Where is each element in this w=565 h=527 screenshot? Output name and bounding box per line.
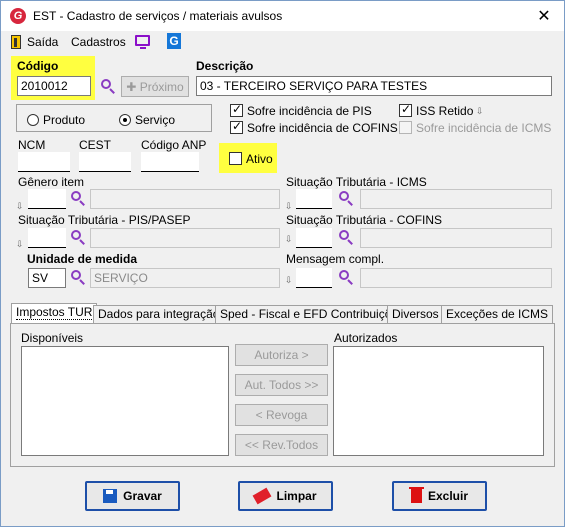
pis-checkbox[interactable] <box>230 102 243 117</box>
cofins-label: Sofre incidência de COFINS <box>247 121 398 135</box>
tab-excecoes-icms[interactable]: Exceções de ICMS <box>441 305 554 323</box>
iss-arrow-icon: ⇩ <box>476 106 484 116</box>
mensagem-label: Mensagem compl. <box>286 252 385 266</box>
icms-checkbox <box>399 121 412 134</box>
monitor-icon[interactable] <box>135 35 150 49</box>
sit-icms-code-field[interactable] <box>296 189 332 209</box>
sit-pis-search-icon[interactable] <box>70 229 86 245</box>
sit-icms-search-icon[interactable] <box>338 190 354 206</box>
app-logo-icon: G <box>10 8 26 24</box>
menu-exit[interactable]: Saída <box>27 35 58 49</box>
genero-label: Gênero item <box>18 175 85 189</box>
sit-cofins-search-icon[interactable] <box>338 229 354 245</box>
product-radio[interactable] <box>27 114 39 126</box>
ncm-field[interactable] <box>18 152 70 172</box>
sit-pis-arrow-icon: ⇩ <box>16 239 24 249</box>
mensagem-code-field[interactable] <box>296 268 332 288</box>
tab-impostos-tur[interactable]: Impostos TUR <box>11 303 98 324</box>
sit-icms-arrow-icon: ⇩ <box>285 201 293 211</box>
tab-diversos[interactable]: Diversos <box>387 305 444 323</box>
iss-checkbox[interactable] <box>399 102 412 117</box>
main-window: G EST - Cadastro de serviços / materiais… <box>0 0 565 527</box>
unidade-code-field[interactable]: SV <box>28 268 66 288</box>
plus-icon: ✚ <box>126 80 140 94</box>
genero-arrow-icon: ⇩ <box>16 201 24 211</box>
icms-label: Sofre incidência de ICMS <box>416 121 552 135</box>
authorize-all-button[interactable]: Aut. Todos >> <box>235 374 328 396</box>
available-label: Disponíveis <box>21 331 84 345</box>
tab-impostos-tur-label: Impostos TUR <box>16 305 93 320</box>
menu-registrations[interactable]: Cadastros <box>71 35 126 49</box>
genero-desc-field <box>90 189 280 209</box>
sit-pis-desc-field <box>90 228 280 248</box>
next-button[interactable]: ✚ Próximo <box>121 76 189 97</box>
service-radio[interactable] <box>119 114 131 126</box>
revoke-button[interactable]: < Revoga <box>235 404 328 426</box>
save-button-label: Gravar <box>123 489 162 503</box>
ncm-label: NCM <box>18 138 46 152</box>
authorized-list[interactable] <box>333 346 544 456</box>
save-button[interactable]: Gravar <box>85 481 180 511</box>
clear-button[interactable]: Limpar <box>238 481 333 511</box>
revoke-all-button[interactable]: << Rev.Todos <box>235 434 328 456</box>
unidade-desc-field: SERVIÇO <box>90 268 280 288</box>
authorize-button[interactable]: Autoriza > <box>235 344 328 366</box>
description-label: Descrição <box>196 59 254 73</box>
anp-field[interactable] <box>141 152 199 172</box>
exit-icon[interactable] <box>11 35 21 49</box>
delete-button[interactable]: Excluir <box>392 481 487 511</box>
active-label: Ativo <box>246 152 273 166</box>
cofins-checkbox[interactable] <box>230 119 243 134</box>
genero-code-field[interactable] <box>28 189 66 209</box>
delete-button-label: Excluir <box>427 489 469 503</box>
close-icon[interactable]: ✕ <box>535 6 553 26</box>
clear-button-label: Limpar <box>276 489 317 503</box>
authorized-label: Autorizados <box>334 331 398 345</box>
unidade-search-icon[interactable] <box>70 269 86 285</box>
tab-sped[interactable]: Sped - Fiscal e EFD Contribuições <box>215 305 410 323</box>
mensagem-desc-field <box>360 268 552 288</box>
mensagem-search-icon[interactable] <box>338 269 354 285</box>
sit-cofins-code-field[interactable] <box>296 228 332 248</box>
code-label: Código <box>17 59 59 73</box>
g-app-icon[interactable]: G <box>167 33 181 49</box>
pis-label: Sofre incidência de PIS <box>247 104 372 118</box>
mensagem-arrow-icon: ⇩ <box>285 275 293 285</box>
active-checkbox[interactable] <box>229 152 242 165</box>
service-label: Serviço <box>135 113 176 127</box>
genero-search-icon[interactable] <box>70 190 86 206</box>
sit-cofins-arrow-icon: ⇩ <box>285 234 293 244</box>
cest-label: CEST <box>79 138 112 152</box>
code-field[interactable]: 2010012 <box>17 76 91 96</box>
unidade-label: Unidade de medida <box>27 252 138 266</box>
sit-icms-label: Situação Tributária - ICMS <box>286 175 427 189</box>
sit-pis-label: Situação Tributária - PIS/PASEP <box>18 213 191 227</box>
sit-pis-code-field[interactable] <box>28 228 66 248</box>
available-list[interactable] <box>21 346 229 456</box>
description-field[interactable]: 03 - TERCEIRO SERVIÇO PARA TESTES <box>196 76 552 96</box>
eraser-icon <box>253 487 272 505</box>
title-bar: G EST - Cadastro de serviços / materiais… <box>1 1 564 31</box>
sit-cofins-label: Situação Tributária - COFINS <box>286 213 443 227</box>
trash-icon <box>408 487 424 503</box>
product-label: Produto <box>43 113 86 127</box>
cest-field[interactable] <box>79 152 131 172</box>
tab-dados-integracao[interactable]: Dados para integração <box>93 305 225 323</box>
iss-label: ISS Retido <box>416 104 474 118</box>
code-search-icon[interactable] <box>100 78 116 94</box>
sit-icms-desc-field <box>360 189 552 209</box>
anp-label: Código ANP <box>141 138 207 152</box>
next-button-label: Próximo <box>139 80 184 94</box>
floppy-icon <box>103 489 118 503</box>
window-title: EST - Cadastro de serviços / materiais a… <box>33 9 283 23</box>
sit-cofins-desc-field <box>360 228 552 248</box>
